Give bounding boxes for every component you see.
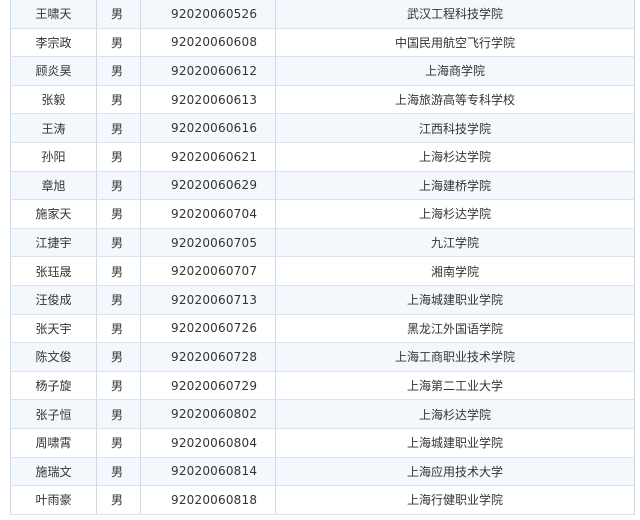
table-row: 张珏晟男 92020060707 湘南学院: [10, 256, 635, 286]
gender-cell: 男: [96, 399, 141, 429]
gender-cell: 男: [96, 113, 141, 143]
exam-number-cell: 92020060613: [140, 85, 276, 115]
student-name-cell: 施瑞文: [10, 457, 97, 487]
gender-cell: 男: [96, 285, 141, 315]
gender-cell: 男: [96, 0, 141, 29]
student-name-cell: 李宗政: [10, 28, 97, 58]
student-name-cell: 汪俊成: [10, 285, 97, 315]
table-row: 杨子旋男 92020060729 上海第二工业大学: [10, 371, 635, 401]
roster-table: 王啸天男 92020060526 武汉工程科技学院 李宗政男 92020060608 中国…: [10, 0, 635, 515]
exam-number-cell: 92020060526: [140, 0, 276, 29]
student-name-cell: 孙阳: [10, 142, 97, 172]
student-name-cell: 章旭: [10, 171, 97, 201]
student-name-cell: 杨子旋: [10, 371, 97, 401]
roster-table-body: 王啸天男 92020060526 武汉工程科技学院 李宗政男 92020060608 中国…: [10, 0, 635, 515]
student-name-cell: 江捷宇: [10, 228, 97, 258]
exam-number-cell: 92020060621: [140, 142, 276, 172]
exam-number-cell: 92020060612: [140, 56, 276, 86]
table-row: 叶雨豪男 92020060818 上海行健职业学院: [10, 485, 635, 515]
gender-cell: 男: [96, 171, 141, 201]
table-row: 王啸天男 92020060526 武汉工程科技学院: [10, 0, 635, 29]
table-row: 章旭男 92020060629 上海建桥学院: [10, 171, 635, 201]
student-name-cell: 张珏晟: [10, 256, 97, 286]
exam-number-cell: 92020060616: [140, 113, 276, 143]
school-name-cell: 江西科技学院: [275, 113, 635, 143]
student-name-cell: 叶雨豪: [10, 485, 97, 515]
gender-cell: 男: [96, 56, 141, 86]
gender-cell: 男: [96, 314, 141, 344]
student-name-cell: 顾炎昊: [10, 56, 97, 86]
student-name-cell: 张子恒: [10, 399, 97, 429]
gender-cell: 男: [96, 199, 141, 229]
student-name-cell: 周啸霄: [10, 428, 97, 458]
table-row: 张毅男 92020060613 上海旅游高等专科学校: [10, 85, 635, 115]
table-row: 王涛男 92020060616 江西科技学院: [10, 113, 635, 143]
exam-number-cell: 92020060713: [140, 285, 276, 315]
exam-number-cell: 92020060704: [140, 199, 276, 229]
school-name-cell: 九江学院: [275, 228, 635, 258]
school-name-cell: 上海商学院: [275, 56, 635, 86]
exam-number-cell: 92020060705: [140, 228, 276, 258]
school-name-cell: 上海行健职业学院: [275, 485, 635, 515]
table-row: 张子恒男 92020060802 上海杉达学院: [10, 399, 635, 429]
student-name-cell: 王涛: [10, 113, 97, 143]
gender-cell: 男: [96, 485, 141, 515]
exam-number-cell: 92020060802: [140, 399, 276, 429]
gender-cell: 男: [96, 142, 141, 172]
school-name-cell: 武汉工程科技学院: [275, 0, 635, 29]
student-name-cell: 张天宇: [10, 314, 97, 344]
school-name-cell: 上海旅游高等专科学校: [275, 85, 635, 115]
exam-number-cell: 92020060707: [140, 256, 276, 286]
exam-number-cell: 92020060818: [140, 485, 276, 515]
exam-number-cell: 92020060728: [140, 342, 276, 372]
school-name-cell: 上海城建职业学院: [275, 428, 635, 458]
table-row: 孙阳男 92020060621 上海杉达学院: [10, 142, 635, 172]
roster-table-container: 王啸天男 92020060526 武汉工程科技学院 李宗政男 92020060608 中国…: [0, 0, 640, 520]
school-name-cell: 上海杉达学院: [275, 399, 635, 429]
student-name-cell: 陈文俊: [10, 342, 97, 372]
exam-number-cell: 92020060804: [140, 428, 276, 458]
gender-cell: 男: [96, 28, 141, 58]
table-row: 汪俊成男 92020060713 上海城建职业学院: [10, 285, 635, 315]
gender-cell: 男: [96, 457, 141, 487]
school-name-cell: 上海第二工业大学: [275, 371, 635, 401]
gender-cell: 男: [96, 85, 141, 115]
school-name-cell: 上海杉达学院: [275, 142, 635, 172]
school-name-cell: 黑龙江外国语学院: [275, 314, 635, 344]
table-row: 顾炎昊男 92020060612 上海商学院: [10, 56, 635, 86]
exam-number-cell: 92020060608: [140, 28, 276, 58]
table-row: 江捷宇男 92020060705 九江学院: [10, 228, 635, 258]
school-name-cell: 中国民用航空飞行学院: [275, 28, 635, 58]
gender-cell: 男: [96, 342, 141, 372]
student-name-cell: 施家天: [10, 199, 97, 229]
school-name-cell: 上海工商职业技术学院: [275, 342, 635, 372]
gender-cell: 男: [96, 228, 141, 258]
school-name-cell: 上海城建职业学院: [275, 285, 635, 315]
student-name-cell: 张毅: [10, 85, 97, 115]
gender-cell: 男: [96, 428, 141, 458]
exam-number-cell: 92020060726: [140, 314, 276, 344]
table-row: 李宗政男 92020060608 中国民用航空飞行学院: [10, 28, 635, 58]
table-row: 施瑞文男 92020060814 上海应用技术大学: [10, 457, 635, 487]
table-row: 施家天男 92020060704 上海杉达学院: [10, 199, 635, 229]
school-name-cell: 上海建桥学院: [275, 171, 635, 201]
student-name-cell: 王啸天: [10, 0, 97, 29]
table-row: 周啸霄男 92020060804 上海城建职业学院: [10, 428, 635, 458]
school-name-cell: 上海杉达学院: [275, 199, 635, 229]
school-name-cell: 上海应用技术大学: [275, 457, 635, 487]
gender-cell: 男: [96, 371, 141, 401]
school-name-cell: 湘南学院: [275, 256, 635, 286]
exam-number-cell: 92020060729: [140, 371, 276, 401]
exam-number-cell: 92020060629: [140, 171, 276, 201]
table-row: 陈文俊男 92020060728 上海工商职业技术学院: [10, 342, 635, 372]
gender-cell: 男: [96, 256, 141, 286]
table-row: 张天宇男 92020060726 黑龙江外国语学院: [10, 314, 635, 344]
exam-number-cell: 92020060814: [140, 457, 276, 487]
